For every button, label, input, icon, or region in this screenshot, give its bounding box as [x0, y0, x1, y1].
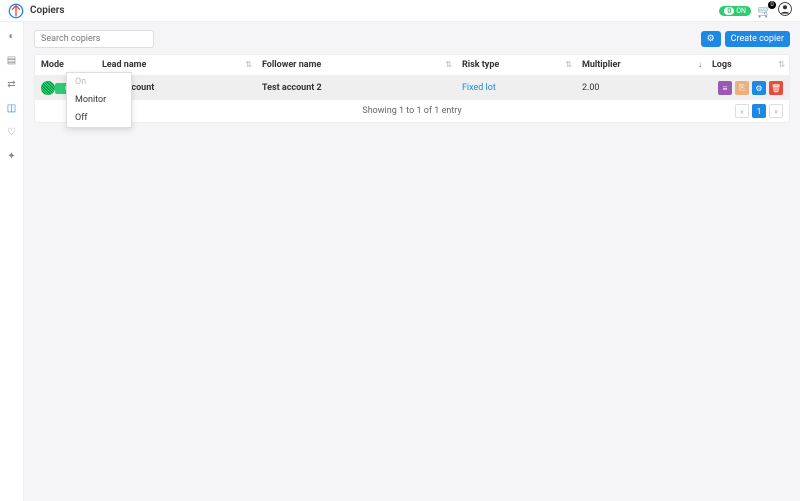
mode-dropdown-menu: On Monitor Off — [66, 72, 132, 128]
pager-page-1[interactable]: 1 — [752, 104, 766, 118]
copiers-table: Mode Lead name⇅ Follower name⇅ Risk type… — [34, 54, 790, 123]
copy-button[interactable]: ⎘ — [735, 81, 749, 95]
nav-analytics-icon[interactable]: ♡ — [6, 126, 18, 138]
create-copier-button[interactable]: Create copier — [725, 31, 790, 47]
sort-icon: ⇅ — [778, 60, 785, 69]
col-multiplier[interactable]: Multiplier↓ — [576, 55, 706, 76]
follower-name-cell: Test account 2 — [256, 76, 456, 101]
sort-icon: ↓ — [698, 60, 702, 69]
table-row[interactable]: On▾ Test account Test account 2 Fixed lo… — [35, 76, 789, 101]
edit-button[interactable]: ⚙ — [752, 81, 766, 95]
mode-option-on: On — [67, 73, 131, 91]
pager-next[interactable]: » — [769, 104, 783, 118]
multiplier-cell: 2.00 — [576, 76, 706, 101]
col-logs[interactable]: Logs⇅ — [706, 55, 789, 76]
nav-dashboard-icon[interactable]: ◐ — [6, 30, 18, 42]
mode-option-off[interactable]: Off — [67, 109, 131, 127]
settings-button[interactable]: ⚙ — [701, 31, 721, 47]
user-icon[interactable] — [778, 2, 792, 20]
footer-text: Showing 1 to 1 of 1 entry — [362, 106, 461, 116]
pager-prev[interactable]: « — [735, 104, 749, 118]
mode-option-monitor[interactable]: Monitor — [67, 91, 131, 109]
nav-copiers-icon[interactable]: ◫ — [6, 102, 18, 114]
nav-trades-icon[interactable]: ⇄ — [6, 78, 18, 90]
nav-settings-icon[interactable]: ✦ — [6, 150, 18, 162]
page-title: Copiers — [30, 5, 65, 16]
sort-icon: ⇅ — [565, 60, 572, 69]
col-follower[interactable]: Follower name⇅ — [256, 55, 456, 76]
status-pill[interactable]: 0 ON — [719, 6, 751, 16]
logs-button[interactable]: ≡ — [718, 81, 732, 95]
risk-type-link[interactable]: Fixed lot — [462, 83, 496, 93]
cart-icon[interactable]: 🛒0 — [757, 4, 772, 18]
sort-icon: ⇅ — [445, 60, 452, 69]
sidebar: ◐ ▤ ⇄ ◫ ♡ ✦ — [0, 22, 24, 501]
col-risk[interactable]: Risk type⇅ — [456, 55, 576, 76]
delete-button[interactable]: 🗑 — [769, 81, 783, 95]
status-indicator-icon — [41, 81, 55, 95]
nav-accounts-icon[interactable]: ▤ — [6, 54, 18, 66]
app-logo — [8, 3, 24, 19]
search-input[interactable] — [34, 30, 154, 48]
sort-icon: ⇅ — [245, 60, 252, 69]
gear-icon: ⚙ — [707, 34, 715, 44]
